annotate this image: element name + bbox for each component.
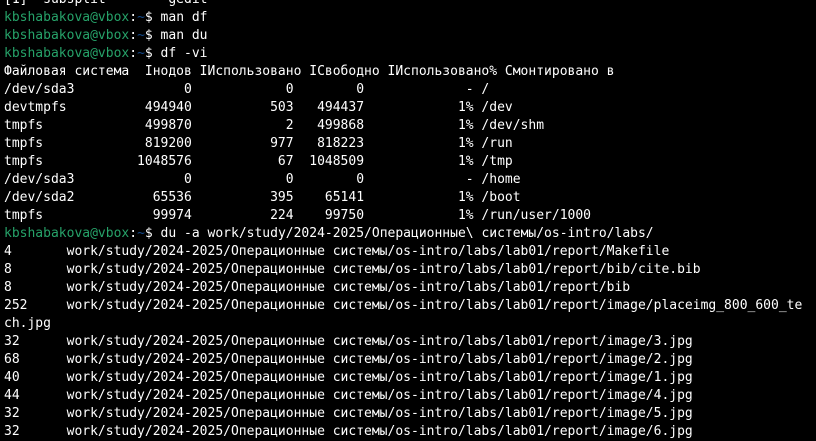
du-output-line: 8 work/study/2024-2025/Операционные сист… xyxy=(4,262,701,277)
command-text: man du xyxy=(160,28,208,43)
prompt-colon: : xyxy=(129,46,138,61)
df-output-line: tmpfs 499870 2 499868 1% /dev/shm xyxy=(4,118,545,133)
prompt-user-host: kbshabakova@vbox xyxy=(4,10,130,25)
prompt-user-host: kbshabakova@vbox xyxy=(4,28,130,43)
du-output-line: 32 work/study/2024-2025/Операционные сис… xyxy=(4,334,693,349)
df-output-line: /dev/sda2 65536 395 65141 1% /boot xyxy=(4,190,521,205)
prompt-user-host: kbshabakova@vbox xyxy=(4,226,130,241)
du-output-line: 8 work/study/2024-2025/Операционные сист… xyxy=(4,280,631,295)
prompt-line: kbshabakova@vbox:~$ df -vi xyxy=(4,45,816,63)
prompt-line: kbshabakova@vbox:~$ man du xyxy=(4,27,816,45)
prompt-line: kbshabakova@vbox:~$ man df xyxy=(4,9,816,27)
df-header-line: Файловая система Iнодов IИспользовано IС… xyxy=(4,64,615,79)
df-output-line: tmpfs 819200 977 818223 1% /run xyxy=(4,136,513,151)
terminal-window[interactable]: [1] subsplit gedit kbshabakova@vbox:~$ m… xyxy=(4,0,816,441)
prompt-dollar: $ xyxy=(144,10,161,25)
prompt-path: ~ xyxy=(137,28,145,43)
du-output-line: 252 work/study/2024-2025/Операционные си… xyxy=(4,298,803,313)
du-output-line: 40 work/study/2024-2025/Операционные сис… xyxy=(4,370,693,385)
du-output-line: 44 work/study/2024-2025/Операционные сис… xyxy=(4,388,693,403)
prompt-dollar: $ xyxy=(144,28,161,43)
prompt-path: ~ xyxy=(137,46,145,61)
prompt-user-host: kbshabakova@vbox xyxy=(4,46,130,61)
command-text: du -a work/study/2024-2025/Операционные\… xyxy=(160,226,654,241)
prompt-colon: : xyxy=(129,28,138,43)
du-output-line: 32 work/study/2024-2025/Операционные сис… xyxy=(4,424,693,439)
df-output-line: /dev/sda3 0 0 0 - /home xyxy=(4,172,521,187)
df-output-line: devtmpfs 494940 503 494437 1% /dev xyxy=(4,100,513,115)
df-output-line: tmpfs 99974 224 99750 1% /run/user/1000 xyxy=(4,208,591,223)
prompt-path: ~ xyxy=(137,226,145,241)
prompt-dollar: $ xyxy=(144,226,161,241)
prompt-line: kbshabakova@vbox:~$ du -a work/study/202… xyxy=(4,225,816,243)
prompt-colon: : xyxy=(129,10,138,25)
du-output-line: 68 work/study/2024-2025/Операционные сис… xyxy=(4,352,693,367)
output-line-partial: [1] subsplit gedit xyxy=(4,0,816,9)
command-text: man df xyxy=(160,10,208,25)
prompt-colon: : xyxy=(129,226,138,241)
df-output-line: /dev/sda3 0 0 0 - / xyxy=(4,82,490,97)
df-output-line: tmpfs 1048576 67 1048509 1% /tmp xyxy=(4,154,513,169)
prompt-path: ~ xyxy=(137,10,145,25)
du-output-line: 32 work/study/2024-2025/Операционные сис… xyxy=(4,406,693,421)
du-output-line: 4 work/study/2024-2025/Операционные сист… xyxy=(4,244,670,259)
command-text: df -vi xyxy=(160,46,208,61)
prompt-dollar: $ xyxy=(144,46,161,61)
du-output-line: ch.jpg xyxy=(4,316,51,331)
